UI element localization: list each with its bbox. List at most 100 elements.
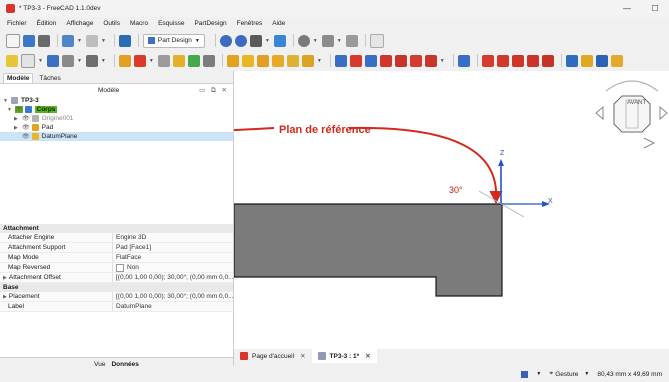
property-value[interactable]: Pad [Face1]	[113, 243, 233, 252]
property-value[interactable]: Engine 3D	[113, 233, 233, 242]
clone-icon[interactable]	[172, 54, 185, 67]
visibility-eye-icon[interactable]: 👁	[15, 106, 23, 113]
property-value[interactable]: [(0,00 1,00 0,00); 30,00°; (0,00 mm 0,0.…	[113, 273, 233, 282]
datum-dropdown-icon[interactable]: ▼	[101, 58, 106, 64]
menu-fichier[interactable]: Fichier	[7, 20, 27, 27]
new-document-icon[interactable]	[6, 33, 20, 48]
menu-edition[interactable]: Édition	[37, 20, 57, 27]
wizard-icon[interactable]	[610, 54, 623, 67]
subtractive-pipe-icon[interactable]	[394, 54, 407, 67]
property-value[interactable]: DatumPlane	[113, 302, 233, 311]
property-section-attachment[interactable]: Attachment	[0, 224, 233, 233]
tab-modele[interactable]: Modèle	[3, 73, 34, 83]
expand-arrow-icon[interactable]: ▶	[3, 294, 7, 300]
fillet-icon[interactable]	[481, 54, 494, 67]
3d-viewport[interactable]	[123, 71, 669, 349]
menu-partdesign[interactable]: PartDesign	[194, 20, 226, 27]
property-row[interactable]: Map Reversed Non	[0, 263, 233, 273]
subtractive-dropdown-icon[interactable]: ▼	[440, 58, 445, 64]
property-row[interactable]: ▶ Placement [(0,00 1,00 0,00); 30,00°; (…	[0, 292, 233, 302]
helix-icon[interactable]	[286, 54, 299, 67]
mirrored-icon[interactable]	[457, 54, 470, 67]
create-sketch-icon[interactable]	[46, 54, 59, 67]
additive-dropdown-icon[interactable]: ▼	[317, 58, 322, 64]
menu-affichage[interactable]: Affichage	[66, 20, 93, 27]
revolution-icon[interactable]	[241, 54, 254, 67]
open-document-icon[interactable]	[23, 34, 35, 47]
hidden-eye-icon[interactable]: 👁	[22, 115, 30, 122]
cross-section-icon[interactable]	[202, 54, 215, 67]
subtractive-helix-icon[interactable]	[409, 54, 422, 67]
tree-item-datumplane[interactable]: 👁 DatumPlane	[0, 132, 233, 141]
groove-icon[interactable]	[364, 54, 377, 67]
shaft-wizard-icon[interactable]	[595, 54, 608, 67]
std-views-dropdown-icon[interactable]: ▼	[337, 38, 342, 44]
tab-page-accueil[interactable]: Page d'accueil ✕	[234, 349, 312, 363]
expand-arrow-icon[interactable]: ▶	[14, 116, 22, 122]
property-row[interactable]: Attacher Engine Engine 3D	[0, 233, 233, 243]
navcube-face-label[interactable]: AVANT	[627, 100, 646, 106]
expand-arrow-icon[interactable]: ▶	[3, 275, 7, 281]
property-section-base[interactable]: Base	[0, 283, 233, 292]
close-icon[interactable]: ✕	[365, 352, 370, 360]
bounding-box-icon[interactable]	[273, 34, 286, 47]
property-value[interactable]: Non	[113, 263, 233, 272]
tree-item-body[interactable]: ▼ 👁 Corps	[0, 105, 233, 114]
property-row[interactable]: Label DatumPlane	[0, 302, 233, 312]
visibility-eye-icon[interactable]: 👁	[22, 133, 30, 140]
undo-dropdown-icon[interactable]: ▼	[77, 38, 82, 44]
tree-item-origin[interactable]: ▶ 👁 Origine001	[0, 114, 233, 123]
refresh-icon[interactable]	[118, 34, 131, 47]
new-part-icon[interactable]	[21, 53, 35, 68]
property-row[interactable]: Map Mode FlatFace	[0, 253, 233, 263]
maximize-button[interactable]: ☐	[641, 0, 669, 17]
display-mode-dropdown[interactable]: ▼	[536, 371, 541, 377]
whats-this-icon[interactable]	[369, 33, 384, 48]
visibility-eye-icon[interactable]: 👁	[22, 124, 30, 131]
expand-arrow-icon[interactable]: ▼	[3, 98, 11, 104]
subtractive-loft-icon[interactable]	[379, 54, 392, 67]
datum-point-icon[interactable]	[85, 54, 98, 67]
display-mode-indicator[interactable]	[521, 370, 529, 378]
part-dropdown-icon[interactable]: ▼	[38, 58, 43, 64]
view-dropdown-icon[interactable]: ▼	[313, 38, 318, 44]
workbench-selector[interactable]: Part Design ▼	[142, 33, 205, 48]
pipe-icon[interactable]	[271, 54, 284, 67]
validate-sketch-icon[interactable]	[61, 54, 74, 67]
create-body-icon[interactable]	[6, 54, 18, 67]
draw-style-dropdown-icon[interactable]: ▼	[265, 38, 270, 44]
additive-primitive-icon[interactable]	[301, 54, 314, 67]
minimize-button[interactable]: —	[613, 0, 641, 17]
close-icon[interactable]: ✕	[300, 352, 305, 360]
boolean-icon[interactable]	[541, 54, 554, 67]
fit-selection-icon[interactable]	[234, 34, 247, 47]
pad-solid[interactable]	[233, 203, 503, 297]
map-reversed-checkbox[interactable]	[116, 263, 124, 272]
menu-macro[interactable]: Macro	[130, 20, 148, 27]
redo-dropdown-icon[interactable]: ▼	[101, 38, 106, 44]
panel-window-icons[interactable]: ▭ ⧉ ✕	[199, 86, 229, 95]
tree-item-pad[interactable]: ▶ 👁 Pad	[0, 123, 233, 132]
navigation-style-selector[interactable]: ⌖ Gesture ▼	[549, 370, 589, 378]
std-views-icon[interactable]	[321, 34, 334, 47]
datum-plane-icon[interactable]	[118, 54, 131, 67]
menu-outils[interactable]: Outils	[103, 20, 120, 27]
expand-arrow-icon[interactable]: ▶	[14, 125, 22, 131]
undo-icon[interactable]	[62, 34, 74, 47]
thickness-icon[interactable]	[526, 54, 539, 67]
isometric-view-icon[interactable]	[297, 34, 310, 47]
measure-icon[interactable]	[345, 34, 358, 47]
menu-esquisse[interactable]: Esquisse	[158, 20, 184, 27]
property-row[interactable]: Attachment Support Pad [Face1]	[0, 243, 233, 253]
save-icon[interactable]	[38, 34, 50, 47]
expand-arrow-icon[interactable]: ▼	[7, 107, 15, 113]
tab-taches[interactable]: Tâches	[36, 74, 63, 83]
pad-icon[interactable]	[226, 54, 239, 67]
property-row[interactable]: ▶ Attachment Offset [(0,00 1,00 0,00); 3…	[0, 273, 233, 283]
draw-style-icon[interactable]	[249, 34, 262, 47]
sketch-dropdown-icon[interactable]: ▼	[77, 58, 82, 64]
menu-fenetres[interactable]: Fenêtres	[237, 20, 263, 27]
property-value[interactable]: FlatFace	[113, 253, 233, 262]
loft-icon[interactable]	[256, 54, 269, 67]
subtractive-primitive-icon[interactable]	[424, 54, 437, 67]
